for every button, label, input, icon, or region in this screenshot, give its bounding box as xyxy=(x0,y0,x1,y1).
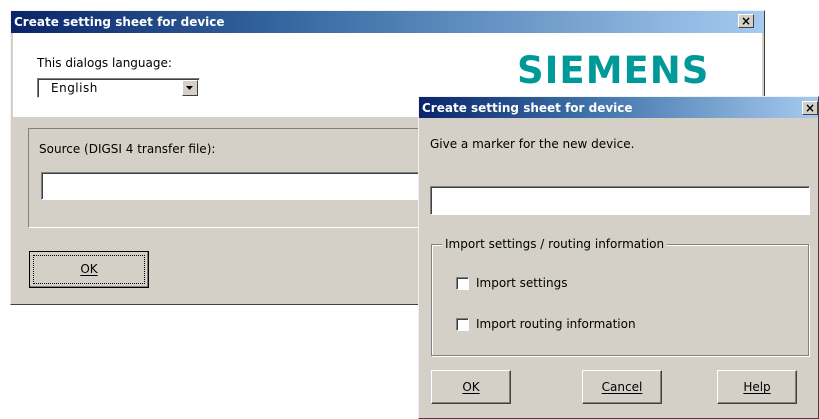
import-routing-label[interactable]: Import routing information xyxy=(476,317,636,331)
front-dialog-title: Create setting sheet for device xyxy=(422,101,633,115)
back-dialog-close-button[interactable]: × xyxy=(738,14,754,28)
language-select[interactable]: English xyxy=(37,78,200,98)
siemens-logo-text: SIEMENS xyxy=(517,49,710,92)
back-dialog-title: Create setting sheet for device xyxy=(14,15,225,29)
import-settings-label[interactable]: Import settings xyxy=(476,276,568,290)
front-dialog-titlebar[interactable]: Create setting sheet for device xyxy=(419,97,818,118)
import-settings-checkbox[interactable] xyxy=(456,277,469,290)
language-select-value: English xyxy=(51,81,98,95)
siemens-logo: SIEMENS xyxy=(517,49,709,93)
front-ok-label: OK xyxy=(462,380,480,394)
marker-prompt: Give a marker for the new device. xyxy=(430,137,635,151)
help-label: Help xyxy=(743,380,771,394)
close-icon: × xyxy=(804,101,816,115)
cancel-button[interactable]: Cancel xyxy=(582,370,662,404)
back-dialog-titlebar[interactable]: Create setting sheet for device xyxy=(11,11,764,33)
front-dialog-close-button[interactable]: × xyxy=(802,101,818,115)
front-dialog-window: Create setting sheet for device × Give a… xyxy=(418,96,819,419)
help-button[interactable]: Help xyxy=(717,370,797,404)
back-ok-label: OK xyxy=(80,262,98,276)
cancel-label: Cancel xyxy=(601,380,643,394)
close-icon: × xyxy=(740,14,752,28)
import-group-title: Import settings / routing information xyxy=(442,237,668,251)
language-label: This dialogs language: xyxy=(37,56,172,70)
source-label: Source (DIGSI 4 transfer file): xyxy=(39,142,216,156)
import-routing-checkbox[interactable] xyxy=(456,318,469,331)
marker-input[interactable] xyxy=(430,186,810,215)
language-dropdown-button[interactable] xyxy=(182,80,198,96)
front-ok-button[interactable]: OK xyxy=(431,370,511,404)
back-ok-button[interactable]: OK xyxy=(29,251,149,288)
chevron-down-icon xyxy=(186,86,193,90)
import-groupbox xyxy=(431,244,809,356)
